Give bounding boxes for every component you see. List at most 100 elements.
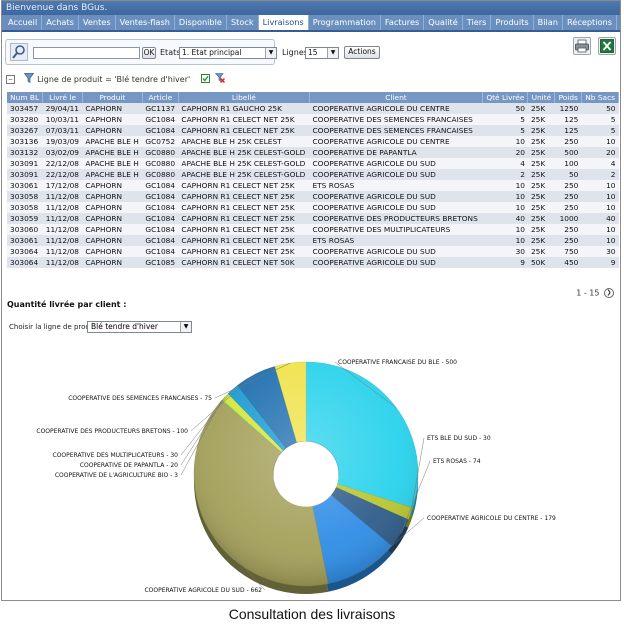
table-cell: COOPERATIVE AGRICOLE DU SUD bbox=[309, 202, 483, 213]
column-header[interactable]: Livré le bbox=[42, 92, 83, 103]
table-cell: GC1084 bbox=[142, 114, 179, 125]
nav-tab-programmation[interactable]: Programmation bbox=[309, 15, 381, 30]
print-icon[interactable] bbox=[573, 37, 591, 55]
pager-range: 1 - 15 bbox=[576, 288, 600, 298]
table-row[interactable]: 303064 11/12/08 CAPHORN GC1085 CAPHORN R1 CE… bbox=[7, 257, 619, 268]
etats-select[interactable]: 1. Etat principal ▼ bbox=[179, 47, 277, 59]
column-header[interactable]: Libellé bbox=[178, 92, 311, 103]
table-cell: 11/12/08 bbox=[42, 235, 83, 246]
column-header[interactable]: Unité bbox=[527, 92, 556, 103]
search-toolbar: OK Etats 1. Etat principal ▼ bbox=[5, 39, 277, 65]
column-header[interactable]: Num BL bbox=[7, 92, 44, 103]
table-cell: ETS ROSAS bbox=[309, 235, 483, 246]
table-cell: COOPERATIVE DE PAPANTLA bbox=[309, 147, 483, 158]
table-row[interactable]: 303058 11/12/08 CAPHORN GC1084 CAPHORN R1 CE… bbox=[7, 202, 619, 213]
lignes-select[interactable]: 15 ▼ bbox=[305, 47, 339, 59]
table-row[interactable]: 303280 10/03/11 CAPHORN GC1084 CAPHORN R1 CE… bbox=[7, 114, 619, 125]
nav-tab-r-ceptions[interactable]: Réceptions bbox=[563, 15, 618, 30]
column-header[interactable]: Client bbox=[309, 92, 483, 103]
table-cell: 19/03/09 bbox=[42, 136, 83, 147]
nav-tab-livraisons[interactable]: Livraisons bbox=[258, 15, 309, 30]
excel-icon[interactable] bbox=[598, 37, 616, 55]
nav-tab-disponible[interactable]: Disponible bbox=[175, 15, 227, 30]
table-cell: 500 bbox=[554, 147, 582, 158]
table-cell: CAPHORN bbox=[82, 246, 143, 257]
collapse-icon[interactable]: − bbox=[6, 74, 15, 84]
nav-tab-ventes-flash[interactable]: Ventes-flash bbox=[116, 15, 175, 30]
table-cell: CAPHORN R1 CELECT NET 25K bbox=[178, 213, 310, 224]
table-row[interactable]: 303061 11/12/08 CAPHORN GC1084 CAPHORN R1 CE… bbox=[7, 235, 619, 246]
nav-tab-achats[interactable]: Achats bbox=[42, 15, 79, 30]
table-cell: 10 bbox=[581, 202, 619, 213]
table-cell: CAPHORN bbox=[82, 257, 143, 268]
table-cell: GC1084 bbox=[142, 180, 179, 191]
table-cell: 250 bbox=[554, 180, 582, 191]
table-row[interactable]: 303136 19/03/09 APACHE BLE H GC0752 APACHE B… bbox=[7, 136, 619, 147]
table-cell: COOPERATIVE DES SEMENCES FRANCAISES bbox=[309, 114, 483, 125]
table-cell: 29/04/11 bbox=[42, 103, 83, 114]
ok-button[interactable]: OK bbox=[142, 47, 156, 59]
column-header[interactable]: Article bbox=[142, 92, 179, 103]
table-cell: COOPERATIVE AGRICOLE DU SUD bbox=[309, 158, 483, 169]
table-cell: 2 bbox=[581, 169, 619, 180]
next-page-icon[interactable]: ❯ bbox=[604, 288, 614, 298]
table-cell: 10 bbox=[581, 191, 619, 202]
table-row[interactable]: 303060 11/12/08 CAPHORN GC1084 CAPHORN R1 CE… bbox=[7, 224, 619, 235]
nav-tab-bilan[interactable]: Bilan bbox=[534, 15, 563, 30]
table-cell: APACHE BLE H 25K CELEST bbox=[178, 136, 310, 147]
table-row[interactable]: 303091 22/12/08 APACHE BLE H GC0880 APACHE B… bbox=[7, 158, 619, 169]
actions-button[interactable]: Actions bbox=[344, 46, 380, 59]
nav-tab-qualit-[interactable]: Qualité bbox=[424, 15, 463, 30]
table-header-row: Num BL Livré le Produit Article Libellé Clien… bbox=[7, 92, 620, 103]
table-cell: 40 bbox=[482, 213, 528, 224]
table-cell: 5 bbox=[581, 114, 619, 125]
table-cell: 10 bbox=[581, 180, 619, 191]
table-cell: 303457 bbox=[7, 103, 43, 114]
table-row[interactable]: 303058 11/12/08 CAPHORN GC1084 CAPHORN R1 CE… bbox=[7, 191, 619, 202]
table-cell: 303059 bbox=[7, 213, 43, 224]
table-row[interactable]: 303061 17/12/08 CAPHORN GC1084 CAPHORN R1 CE… bbox=[7, 180, 619, 191]
checkbox-icon[interactable] bbox=[200, 73, 210, 85]
column-header[interactable]: Nb Sacs bbox=[581, 92, 620, 103]
table-cell: COOPERATIVE AGRICOLE DU SUD bbox=[309, 191, 483, 202]
clear-filter-icon[interactable] bbox=[215, 73, 226, 85]
table-row[interactable]: 303059 11/12/08 CAPHORN GC1084 CAPHORN R1 CE… bbox=[7, 213, 619, 224]
table-cell: CAPHORN R1 CELECT NET 50K bbox=[178, 257, 310, 268]
nav-tab-tiers[interactable]: Tiers bbox=[463, 15, 492, 30]
table-row[interactable]: 303132 03/02/09 APACHE BLE H GC0880 APACHE B… bbox=[7, 147, 619, 158]
column-header[interactable]: Qté Livrée bbox=[482, 92, 529, 103]
nav-tab-accueil[interactable]: Accueil bbox=[4, 15, 43, 30]
table-cell: CAPHORN R1 CELECT NET 25K bbox=[178, 224, 310, 235]
nav-tab-stock[interactable]: Stock bbox=[227, 15, 259, 30]
table-cell: 9 bbox=[581, 257, 619, 268]
table-cell: 1250 bbox=[554, 103, 582, 114]
table-cell: GC1084 bbox=[142, 202, 179, 213]
search-icon[interactable] bbox=[10, 43, 28, 61]
table-cell: 5 bbox=[581, 125, 619, 136]
table-row[interactable]: 303267 07/03/11 CAPHORN GC1084 CAPHORN R1 CE… bbox=[7, 125, 619, 136]
table-cell: 11/12/08 bbox=[42, 224, 83, 235]
table-cell: CAPHORN bbox=[82, 202, 143, 213]
search-input[interactable] bbox=[33, 47, 140, 59]
column-header[interactable]: Produit bbox=[82, 92, 143, 103]
table-cell: 5 bbox=[482, 114, 528, 125]
table-cell: GC1084 bbox=[142, 235, 179, 246]
table-cell: 303061 bbox=[7, 180, 43, 191]
table-row[interactable]: 303457 29/04/11 CAPHORN GC1137 CAPHORN R1 GA… bbox=[7, 103, 619, 114]
table-cell: CAPHORN bbox=[82, 103, 143, 114]
table-cell: 22/12/08 bbox=[42, 158, 83, 169]
nav-tab-factures[interactable]: Factures bbox=[381, 15, 425, 30]
table-cell: 11/12/08 bbox=[42, 202, 83, 213]
nav-tab-ventes[interactable]: Ventes bbox=[79, 15, 116, 30]
chevron-down-icon: ▼ bbox=[265, 48, 276, 58]
table-cell: CAPHORN R1 CELECT NET 25K bbox=[178, 246, 310, 257]
table-cell: 450 bbox=[554, 257, 582, 268]
table-row[interactable]: 303091 22/12/08 APACHE BLE H GC0880 APACHE B… bbox=[7, 169, 619, 180]
table-cell: 9 bbox=[482, 257, 528, 268]
table-row[interactable]: 303064 11/12/08 CAPHORN GC1084 CAPHORN R1 CE… bbox=[7, 246, 619, 257]
nav-tab-produits[interactable]: Produits bbox=[491, 15, 534, 30]
product-line-select[interactable]: Blé tendre d'hiver ▼ bbox=[87, 321, 192, 333]
table-cell: 11/12/08 bbox=[42, 257, 83, 268]
column-header[interactable]: Poids bbox=[554, 92, 582, 103]
table-cell: 10 bbox=[482, 136, 528, 147]
